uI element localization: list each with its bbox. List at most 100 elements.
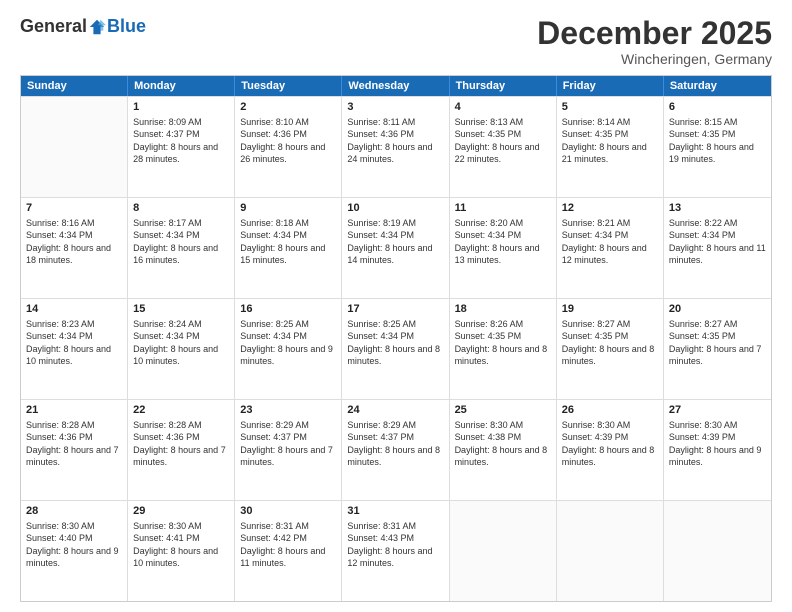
day-number: 3 [347, 100, 443, 115]
day-number: 14 [26, 302, 122, 317]
sun-info: Sunrise: 8:25 AM Sunset: 4:34 PM Dayligh… [240, 319, 333, 366]
sun-info: Sunrise: 8:24 AM Sunset: 4:34 PM Dayligh… [133, 319, 218, 366]
sun-info: Sunrise: 8:13 AM Sunset: 4:35 PM Dayligh… [455, 117, 540, 164]
sun-info: Sunrise: 8:21 AM Sunset: 4:34 PM Dayligh… [562, 218, 647, 265]
calendar-header-cell: Monday [128, 76, 235, 96]
sun-info: Sunrise: 8:18 AM Sunset: 4:34 PM Dayligh… [240, 218, 325, 265]
day-number: 7 [26, 201, 122, 216]
day-number: 6 [669, 100, 766, 115]
calendar-body: 1 Sunrise: 8:09 AM Sunset: 4:37 PM Daylig… [21, 96, 771, 601]
logo: General Blue [20, 16, 146, 37]
calendar-cell: 1 Sunrise: 8:09 AM Sunset: 4:37 PM Daylig… [128, 97, 235, 197]
calendar-cell: 26Sunrise: 8:30 AM Sunset: 4:39 PM Dayli… [557, 400, 664, 500]
day-number: 20 [669, 302, 766, 317]
sun-info: Sunrise: 8:23 AM Sunset: 4:34 PM Dayligh… [26, 319, 111, 366]
sun-info: Sunrise: 8:25 AM Sunset: 4:34 PM Dayligh… [347, 319, 440, 366]
calendar-cell: 5 Sunrise: 8:14 AM Sunset: 4:35 PM Daylig… [557, 97, 664, 197]
day-number: 31 [347, 504, 443, 519]
calendar: SundayMondayTuesdayWednesdayThursdayFrid… [20, 75, 772, 602]
day-number: 18 [455, 302, 551, 317]
day-number: 15 [133, 302, 229, 317]
calendar-cell: 29 Sunrise: 8:30 AM Sunset: 4:41 PM Dayli… [128, 501, 235, 601]
calendar-cell: 16Sunrise: 8:25 AM Sunset: 4:34 PM Dayli… [235, 299, 342, 399]
sun-info: Sunrise: 8:26 AM Sunset: 4:35 PM Dayligh… [455, 319, 548, 366]
day-number: 21 [26, 403, 122, 418]
day-number: 12 [562, 201, 658, 216]
sun-info: Sunrise: 8:11 AM Sunset: 4:36 PM Dayligh… [347, 117, 432, 164]
location: Wincheringen, Germany [537, 51, 772, 67]
day-number: 19 [562, 302, 658, 317]
day-number: 13 [669, 201, 766, 216]
calendar-cell [21, 97, 128, 197]
sun-info: Sunrise: 8:28 AM Sunset: 4:36 PM Dayligh… [133, 420, 226, 467]
calendar-cell: 24Sunrise: 8:29 AM Sunset: 4:37 PM Dayli… [342, 400, 449, 500]
calendar-header-cell: Thursday [450, 76, 557, 96]
day-number: 29 [133, 504, 229, 519]
calendar-cell: 10 Sunrise: 8:19 AM Sunset: 4:34 PM Dayli… [342, 198, 449, 298]
calendar-cell: 9Sunrise: 8:18 AM Sunset: 4:34 PM Daylig… [235, 198, 342, 298]
sun-info: Sunrise: 8:16 AM Sunset: 4:34 PM Dayligh… [26, 218, 111, 265]
sun-info: Sunrise: 8:22 AM Sunset: 4:34 PM Dayligh… [669, 218, 766, 265]
sun-info: Sunrise: 8:31 AM Sunset: 4:43 PM Dayligh… [347, 521, 432, 568]
day-number: 17 [347, 302, 443, 317]
logo-general: General [20, 16, 87, 37]
calendar-cell: 12 Sunrise: 8:21 AM Sunset: 4:34 PM Dayli… [557, 198, 664, 298]
calendar-cell: 13 Sunrise: 8:22 AM Sunset: 4:34 PM Dayli… [664, 198, 771, 298]
calendar-cell: 22Sunrise: 8:28 AM Sunset: 4:36 PM Dayli… [128, 400, 235, 500]
month-title: December 2025 [537, 16, 772, 51]
logo-blue: Blue [107, 16, 146, 37]
day-number: 27 [669, 403, 766, 418]
calendar-cell [664, 501, 771, 601]
logo-icon [88, 18, 106, 36]
calendar-header-cell: Friday [557, 76, 664, 96]
calendar-cell: 7 Sunrise: 8:16 AM Sunset: 4:34 PM Daylig… [21, 198, 128, 298]
calendar-cell: 8 Sunrise: 8:17 AM Sunset: 4:34 PM Daylig… [128, 198, 235, 298]
sun-info: Sunrise: 8:30 AM Sunset: 4:39 PM Dayligh… [669, 420, 762, 467]
day-number: 5 [562, 100, 658, 115]
calendar-cell [557, 501, 664, 601]
sun-info: Sunrise: 8:30 AM Sunset: 4:39 PM Dayligh… [562, 420, 655, 467]
calendar-cell: 21Sunrise: 8:28 AM Sunset: 4:36 PM Dayli… [21, 400, 128, 500]
calendar-cell: 15 Sunrise: 8:24 AM Sunset: 4:34 PM Dayli… [128, 299, 235, 399]
day-number: 2 [240, 100, 336, 115]
calendar-cell: 19Sunrise: 8:27 AM Sunset: 4:35 PM Dayli… [557, 299, 664, 399]
calendar-row: 21 Sunrise: 8:28 AM Sunset: 4:36 PM Dayli… [21, 399, 771, 500]
title-block: December 2025 Wincheringen, Germany [537, 16, 772, 67]
calendar-cell [450, 501, 557, 601]
day-number: 10 [347, 201, 443, 216]
sun-info: Sunrise: 8:31 AM Sunset: 4:42 PM Dayligh… [240, 521, 325, 568]
sun-info: Sunrise: 8:19 AM Sunset: 4:34 PM Dayligh… [347, 218, 432, 265]
day-number: 30 [240, 504, 336, 519]
calendar-row: 28 Sunrise: 8:30 AM Sunset: 4:40 PM Dayli… [21, 500, 771, 601]
sun-info: Sunrise: 8:17 AM Sunset: 4:34 PM Dayligh… [133, 218, 218, 265]
calendar-cell: 31 Sunrise: 8:31 AM Sunset: 4:43 PM Dayli… [342, 501, 449, 601]
sun-info: Sunrise: 8:09 AM Sunset: 4:37 PM Dayligh… [133, 117, 218, 164]
sun-info: Sunrise: 8:20 AM Sunset: 4:34 PM Dayligh… [455, 218, 540, 265]
header: General Blue December 2025 Wincheringen,… [20, 16, 772, 67]
sun-info: Sunrise: 8:10 AM Sunset: 4:36 PM Dayligh… [240, 117, 325, 164]
day-number: 4 [455, 100, 551, 115]
sun-info: Sunrise: 8:29 AM Sunset: 4:37 PM Dayligh… [347, 420, 440, 467]
sun-info: Sunrise: 8:14 AM Sunset: 4:35 PM Dayligh… [562, 117, 647, 164]
sun-info: Sunrise: 8:30 AM Sunset: 4:40 PM Dayligh… [26, 521, 119, 568]
calendar-cell: 18 Sunrise: 8:26 AM Sunset: 4:35 PM Dayli… [450, 299, 557, 399]
logo-text: General Blue [20, 16, 146, 37]
calendar-cell: 3 Sunrise: 8:11 AM Sunset: 4:36 PM Daylig… [342, 97, 449, 197]
calendar-cell: 17 Sunrise: 8:25 AM Sunset: 4:34 PM Dayli… [342, 299, 449, 399]
calendar-header-row: SundayMondayTuesdayWednesdayThursdayFrid… [21, 76, 771, 96]
page: General Blue December 2025 Wincheringen,… [0, 0, 792, 612]
sun-info: Sunrise: 8:30 AM Sunset: 4:41 PM Dayligh… [133, 521, 218, 568]
calendar-cell: 30 Sunrise: 8:31 AM Sunset: 4:42 PM Dayli… [235, 501, 342, 601]
calendar-cell: 4 Sunrise: 8:13 AM Sunset: 4:35 PM Daylig… [450, 97, 557, 197]
day-number: 1 [133, 100, 229, 115]
calendar-cell: 6Sunrise: 8:15 AM Sunset: 4:35 PM Daylig… [664, 97, 771, 197]
day-number: 8 [133, 201, 229, 216]
day-number: 28 [26, 504, 122, 519]
sun-info: Sunrise: 8:27 AM Sunset: 4:35 PM Dayligh… [669, 319, 762, 366]
calendar-cell: 23Sunrise: 8:29 AM Sunset: 4:37 PM Dayli… [235, 400, 342, 500]
calendar-header-cell: Tuesday [235, 76, 342, 96]
calendar-header-cell: Wednesday [342, 76, 449, 96]
calendar-cell: 2 Sunrise: 8:10 AM Sunset: 4:36 PM Daylig… [235, 97, 342, 197]
calendar-header-cell: Sunday [21, 76, 128, 96]
calendar-cell: 20 Sunrise: 8:27 AM Sunset: 4:35 PM Dayli… [664, 299, 771, 399]
